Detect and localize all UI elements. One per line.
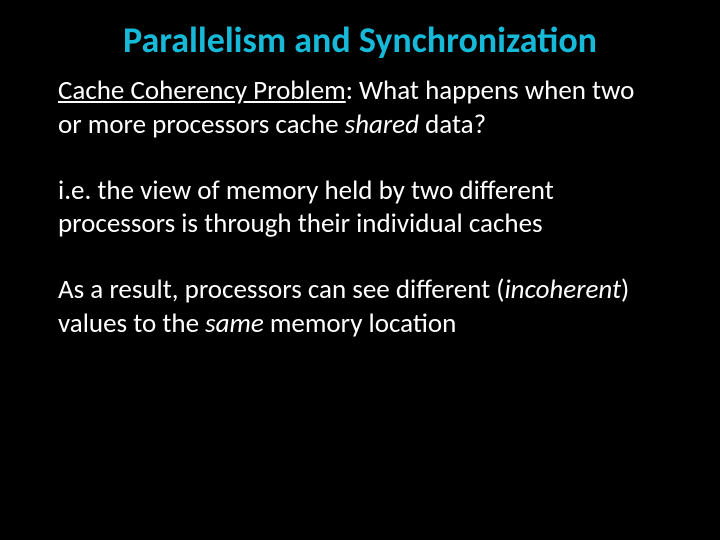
slide-body: Cache Coherency Problem: What happens wh… xyxy=(0,74,720,341)
p3-emph-incoherent: incoherent xyxy=(504,273,621,306)
paragraph-1: Cache Coherency Problem: What happens wh… xyxy=(58,74,660,142)
paragraph-3: As a result, processors can see differen… xyxy=(58,273,660,341)
slide-title: Parallelism and Synchronization xyxy=(0,0,720,70)
lead-term: Cache Coherency Problem xyxy=(58,74,346,107)
p3-text-a: As a result, processors can see differen… xyxy=(58,273,504,306)
p1-text-b: data? xyxy=(419,108,486,141)
p3-emph-same: same xyxy=(205,307,264,340)
p3-text-c: memory location xyxy=(264,307,457,340)
p1-emph-shared: shared xyxy=(345,108,419,141)
paragraph-2: i.e. the view of memory held by two diff… xyxy=(58,174,660,242)
slide: Parallelism and Synchronization Cache Co… xyxy=(0,0,720,540)
